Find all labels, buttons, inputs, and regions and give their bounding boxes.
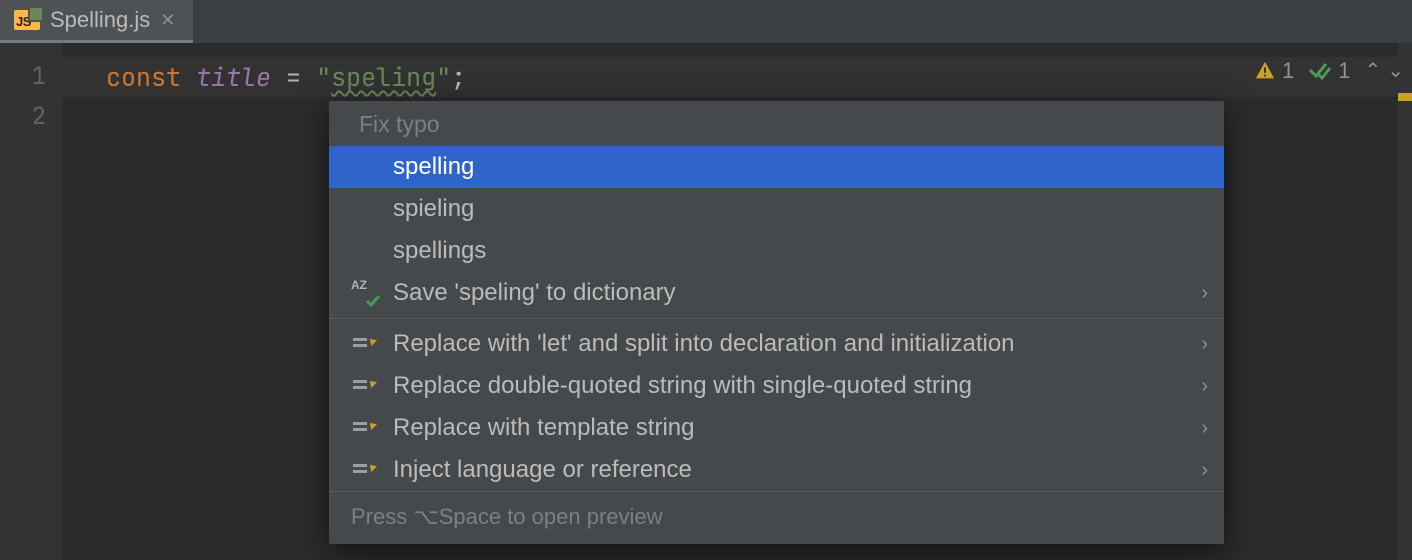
intention-icon — [351, 414, 379, 442]
popup-header-fix-typo: Fix typo — [329, 101, 1224, 146]
stripe-mark-warning[interactable] — [1398, 93, 1412, 101]
line-number: 1 — [0, 57, 46, 97]
warnings-indicator[interactable]: 1 — [1254, 58, 1294, 84]
dictionary-icon: AZ — [351, 279, 379, 307]
typo-speling[interactable]: speling — [331, 60, 436, 94]
keyword-const: const — [106, 60, 181, 94]
intention-replace-template-string[interactable]: Replace with template string › — [329, 407, 1224, 449]
typo-suggestion-spelling[interactable]: spelling — [329, 146, 1224, 188]
prev-highlight-button[interactable]: ⌃ — [1364, 61, 1381, 81]
js-file-icon: JS — [14, 10, 40, 30]
intention-double-to-single-quote[interactable]: Replace double-quoted string with single… — [329, 365, 1224, 407]
intention-inject-language[interactable]: Inject language or reference › — [329, 449, 1224, 491]
intention-actions-popup: Fix typo spelling spieling spellings AZ … — [329, 101, 1224, 544]
error-stripe[interactable] — [1398, 43, 1412, 560]
save-to-dictionary-action[interactable]: AZ Save 'speling' to dictionary › — [329, 272, 1224, 314]
warning-icon — [1254, 60, 1276, 82]
chevron-right-icon: › — [1201, 282, 1208, 305]
chevron-right-icon: › — [1201, 459, 1208, 482]
identifier-title: title — [196, 60, 271, 94]
warnings-count: 1 — [1282, 58, 1294, 84]
intention-replace-let-split[interactable]: Replace with 'let' and split into declar… — [329, 323, 1224, 365]
line-number-gutter: 1 2 — [0, 43, 62, 560]
semicolon: ; — [451, 60, 466, 94]
intention-icon — [351, 456, 379, 484]
chevron-right-icon: › — [1201, 417, 1208, 440]
close-tab-button[interactable]: ✕ — [160, 11, 175, 29]
intention-icon — [351, 330, 379, 358]
string-quote-open: " — [316, 60, 331, 94]
inspection-indicators[interactable]: 1 1 ⌃ ⌄ — [1254, 58, 1404, 84]
weak-warnings-indicator[interactable]: 1 — [1308, 58, 1350, 84]
string-quote-close: " — [436, 60, 451, 94]
next-highlight-button[interactable]: ⌄ — [1387, 61, 1404, 81]
typo-suggestion-spieling[interactable]: spieling — [329, 188, 1224, 230]
check-icon — [1308, 60, 1332, 82]
intention-icon — [351, 372, 379, 400]
popup-footer-hint: Press ⌥Space to open preview — [329, 491, 1224, 544]
editor-tab-spelling-js[interactable]: JS Spelling.js ✕ — [0, 0, 193, 43]
popup-separator — [329, 318, 1224, 319]
editor-tab-bar: JS Spelling.js ✕ — [0, 0, 1412, 43]
code-line-1[interactable]: const title = "speling"; — [84, 57, 1412, 97]
weak-warnings-count: 1 — [1338, 58, 1350, 84]
line-number: 2 — [0, 97, 46, 137]
typo-suggestion-spellings[interactable]: spellings — [329, 230, 1224, 272]
tab-filename-label: Spelling.js — [50, 7, 150, 33]
chevron-right-icon: › — [1201, 375, 1208, 398]
chevron-right-icon: › — [1201, 333, 1208, 356]
operator-equals: = — [271, 60, 316, 94]
